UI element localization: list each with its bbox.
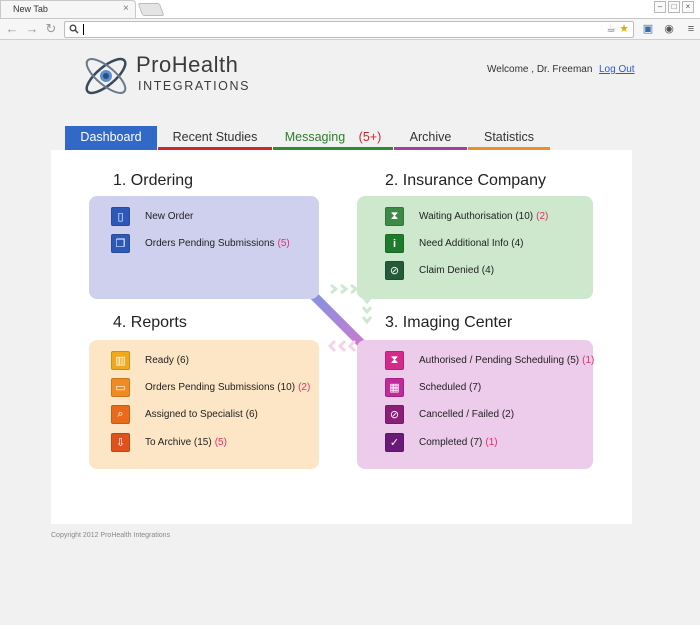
- item-label: Claim Denied (4): [419, 265, 495, 276]
- completed-item[interactable]: ✓ Completed (7) (1): [385, 433, 498, 452]
- reports-panel: ▥ Ready (6) ▭ Orders Pending Submissions…: [89, 340, 319, 469]
- ordering-panel: ▯ New Order ❐ Orders Pending Submissions…: [89, 196, 319, 299]
- close-window-button[interactable]: ×: [682, 1, 694, 13]
- new-tab-button[interactable]: [137, 3, 165, 16]
- main-nav: Dashboard Recent Studies Messaging (5+) …: [65, 126, 555, 150]
- documents-icon: ❐: [111, 234, 130, 253]
- check-icon: ✓: [385, 433, 404, 452]
- minimize-button[interactable]: –: [654, 1, 666, 13]
- imaging-panel: ⧗ Authorised / Pending Scheduling (5) (1…: [357, 340, 594, 469]
- logo-mark-icon: [85, 57, 127, 95]
- insurance-panel: ⧗ Waiting Authorisation (10) (2) i Need …: [357, 196, 593, 299]
- to-archive-item[interactable]: ⇩ To Archive (15) (5): [111, 433, 227, 452]
- item-badge: (5): [277, 238, 290, 249]
- maximize-button[interactable]: □: [668, 1, 680, 13]
- reports-pending-item[interactable]: ▭ Orders Pending Submissions (10) (2): [111, 378, 310, 397]
- brand-subtitle: INTEGRATIONS: [138, 79, 251, 93]
- search-icon: [69, 24, 79, 34]
- tab-archive[interactable]: Archive: [394, 126, 467, 150]
- logo[interactable]: ProHealth INTEGRATIONS: [80, 48, 250, 104]
- item-badge: (1): [582, 355, 595, 366]
- tab-dashboard[interactable]: Dashboard: [65, 126, 157, 150]
- document-icon: ▯: [111, 207, 130, 226]
- denied-icon: ⊘: [385, 261, 404, 280]
- ordering-title: 1. Ordering: [113, 172, 194, 189]
- item-label: Cancelled / Failed (2): [419, 409, 515, 420]
- orders-pending-item[interactable]: ❐ Orders Pending Submissions (5): [111, 234, 290, 253]
- tab-recent-studies[interactable]: Recent Studies: [158, 126, 272, 150]
- archive-icon: ⇩: [111, 433, 130, 452]
- tab-label: Statistics: [483, 130, 534, 144]
- browser-tabstrip: New Tab × – □ ×: [0, 0, 700, 18]
- tab-statistics[interactable]: Statistics: [468, 126, 550, 150]
- claim-denied-item[interactable]: ⊘ Claim Denied (4): [385, 261, 494, 280]
- ready-item[interactable]: ▥ Ready (6): [111, 351, 189, 370]
- logout-link[interactable]: Log Out: [599, 64, 635, 75]
- item-label: Ready (6): [145, 355, 189, 366]
- forward-icon[interactable]: →: [25, 22, 39, 36]
- item-label: Waiting Authorisation (10): [419, 211, 534, 222]
- reports-title: 4. Reports: [113, 314, 187, 331]
- tab-label: Messaging: [284, 130, 346, 144]
- insurance-title: 2. Insurance Company: [385, 172, 546, 189]
- back-icon[interactable]: ←: [5, 22, 19, 36]
- tab-label: Archive: [409, 130, 452, 144]
- item-badge: (1): [485, 437, 498, 448]
- imaging-title: 3. Imaging Center: [385, 314, 513, 331]
- tab-label: Dashboard: [80, 130, 142, 144]
- bookmark-star-icon[interactable]: ★: [619, 23, 629, 36]
- cup-icon[interactable]: ☕: [606, 23, 616, 36]
- authorised-pending-item[interactable]: ⧗ Authorised / Pending Scheduling (5) (1…: [385, 351, 594, 370]
- messaging-count: (5+): [358, 130, 382, 144]
- eye-icon[interactable]: ◉: [662, 22, 676, 36]
- item-label: Assigned to Specialist (6): [145, 409, 258, 420]
- search-icon: ⌕: [111, 405, 130, 424]
- info-icon: i: [385, 234, 404, 253]
- item-label: To Archive (15): [145, 437, 212, 448]
- book-icon: ▥: [111, 351, 130, 370]
- welcome-text: Welcome , Dr. Freeman: [487, 64, 593, 75]
- address-caret: [83, 24, 84, 35]
- copyright: Copyright 2012 ProHealth Integrations: [51, 532, 171, 539]
- hourglass-icon: ⧗: [385, 207, 404, 226]
- address-bar[interactable]: ☕ ★: [64, 21, 634, 38]
- item-badge: (2): [298, 382, 311, 393]
- tab-messaging[interactable]: Messaging (5+): [273, 126, 393, 150]
- dashboard-content: 1. Ordering ▯ New Order ❐ Orders Pending…: [51, 150, 632, 524]
- calendar-icon: ▦: [385, 378, 404, 397]
- cancel-icon: ⊘: [385, 405, 404, 424]
- item-label: Scheduled (7): [419, 382, 482, 393]
- item-label: Completed (7): [419, 437, 483, 448]
- browser-tab[interactable]: New Tab ×: [0, 0, 136, 18]
- menu-icon[interactable]: ≡: [684, 22, 698, 36]
- window-controls: – □ ×: [654, 1, 694, 13]
- browser-toolbar: ← → ↻ ☕ ★ ▣ ◉ ≡: [0, 18, 700, 40]
- need-info-item[interactable]: i Need Additional Info (4): [385, 234, 524, 253]
- assigned-specialist-item[interactable]: ⌕ Assigned to Specialist (6): [111, 405, 258, 424]
- item-label: Orders Pending Submissions (10): [145, 382, 296, 393]
- reload-icon[interactable]: ↻: [44, 22, 58, 36]
- item-label: Orders Pending Submissions: [145, 238, 275, 249]
- item-badge: (5): [214, 437, 227, 448]
- extension-window-icon[interactable]: ▣: [641, 22, 655, 36]
- tab-label: Recent Studies: [172, 130, 258, 144]
- item-label: New Order: [145, 211, 194, 222]
- brand-name: ProHealth: [136, 52, 239, 77]
- scheduled-item[interactable]: ▦ Scheduled (7): [385, 378, 481, 397]
- waiting-authorisation-item[interactable]: ⧗ Waiting Authorisation (10) (2): [385, 207, 548, 226]
- tab-title: New Tab: [13, 4, 48, 14]
- item-label: Need Additional Info (4): [419, 238, 524, 249]
- hourglass-icon: ⧗: [385, 351, 404, 370]
- new-order-item[interactable]: ▯ New Order: [111, 207, 193, 226]
- item-badge: (2): [536, 211, 549, 222]
- cancelled-failed-item[interactable]: ⊘ Cancelled / Failed (2): [385, 405, 514, 424]
- tab-close-icon[interactable]: ×: [123, 3, 129, 15]
- item-label: Authorised / Pending Scheduling (5): [419, 355, 580, 366]
- folder-icon: ▭: [111, 378, 130, 397]
